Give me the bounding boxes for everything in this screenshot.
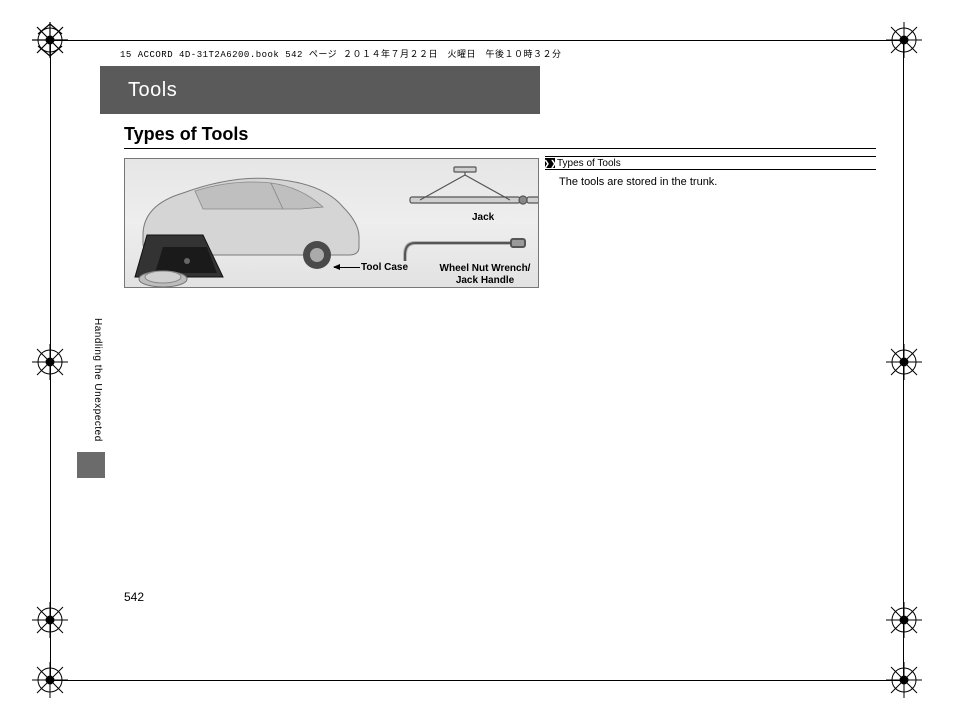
diagram-label-tool-case: Tool Case <box>361 262 408 274</box>
diagram-label-wrench-line1: Wheel Nut Wrench/ <box>440 263 531 274</box>
crop-line-top <box>50 40 904 41</box>
sidebar-body-text: The tools are stored in the trunk. <box>545 170 876 188</box>
registration-mark-icon <box>30 660 70 700</box>
tools-diagram: Tool Case Jack Wheel Nut Wrench/ Jack Ha… <box>124 158 539 288</box>
registration-mark-icon <box>30 342 70 382</box>
registration-mark-icon <box>884 600 924 640</box>
registration-mark-icon <box>884 342 924 382</box>
registration-mark-icon <box>884 20 924 60</box>
registration-mark-icon <box>30 20 70 60</box>
diagram-label-jack: Jack <box>472 212 494 224</box>
banner-title: Tools <box>128 79 177 102</box>
crop-line-bottom <box>50 680 904 681</box>
registration-mark-icon <box>884 660 924 700</box>
banner-tools: Tools <box>100 66 540 114</box>
chapter-label-vertical: Handling the Unexpected <box>92 318 103 442</box>
section-title: Types of Tools <box>124 124 248 145</box>
registration-mark-icon <box>30 600 70 640</box>
page-number: 542 <box>124 590 144 604</box>
section-title-rule <box>124 148 876 149</box>
diagram-label-wrench-line2: Jack Handle <box>456 275 514 286</box>
sidebar-tag-icon: ❯❯ <box>545 158 555 168</box>
diagram-label-wrench: Wheel Nut Wrench/ Jack Handle <box>425 263 539 287</box>
callout-arrow-icon <box>334 267 360 268</box>
print-header-text: 15 ACCORD 4D-31T2A6200.book 542 ページ ２０１４… <box>120 47 562 60</box>
info-sidebar: ❯❯ Types of Tools The tools are stored i… <box>545 156 876 188</box>
chapter-tab <box>77 452 105 478</box>
sidebar-heading-row: ❯❯ Types of Tools <box>545 156 876 170</box>
sidebar-heading: Types of Tools <box>557 158 621 169</box>
